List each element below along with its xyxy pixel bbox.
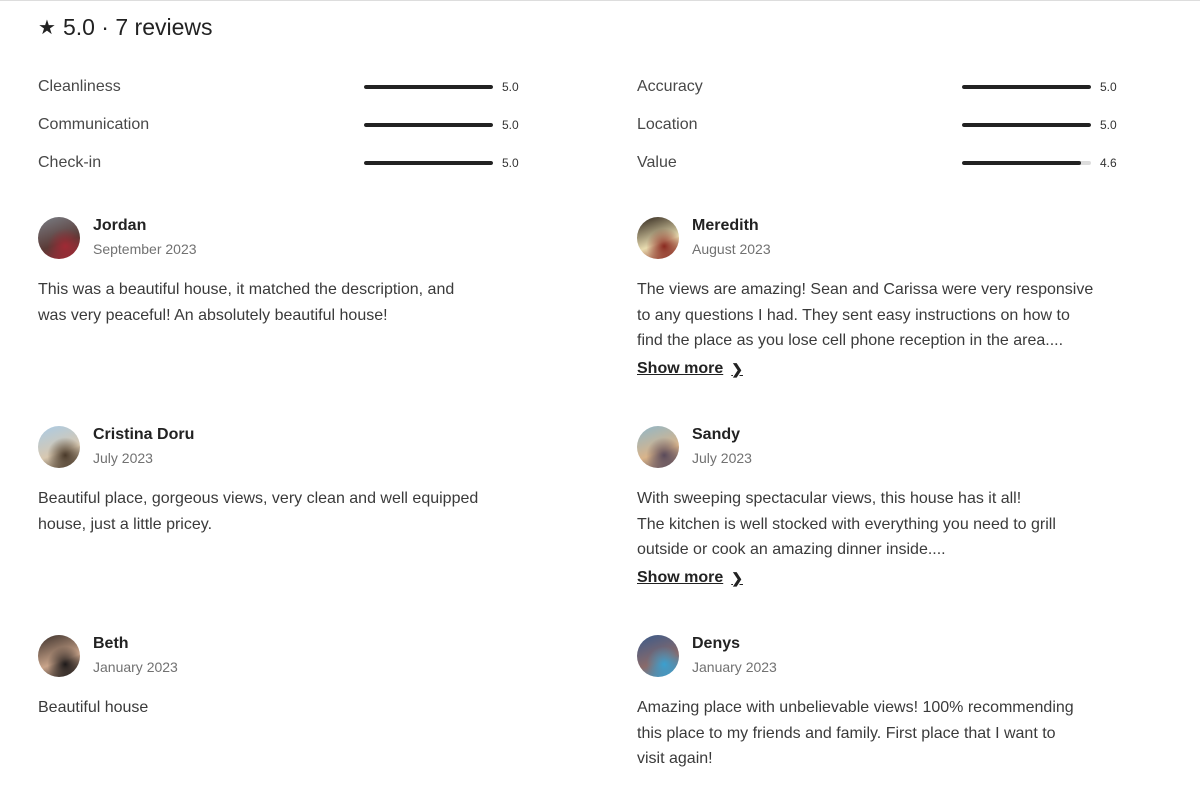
avatar[interactable] [38, 426, 80, 468]
rating-row-accuracy: Accuracy 5.0 [637, 74, 1127, 100]
avatar[interactable] [38, 635, 80, 677]
rating-bar-fill [962, 161, 1081, 165]
show-more-label: Show more [637, 360, 724, 377]
rating-bar [364, 85, 493, 89]
avatar[interactable] [38, 217, 80, 259]
top-divider [0, 0, 1200, 1]
avatar[interactable] [637, 426, 679, 468]
rating-bar-fill [364, 85, 493, 89]
review-date: September 2023 [93, 241, 197, 257]
review-date: January 2023 [93, 659, 178, 675]
review-date: January 2023 [692, 659, 777, 675]
avatar[interactable] [637, 217, 679, 259]
reviewer-name: Denys [692, 635, 741, 652]
review-date: July 2023 [93, 450, 153, 466]
reviewer-name: Sandy [692, 426, 741, 443]
chevron-right-icon: ❯ [731, 360, 743, 377]
show-more-button[interactable]: Show more ❯ [637, 569, 743, 587]
rating-bar [962, 161, 1091, 165]
rating-row-check-in: Check-in 5.0 [38, 150, 528, 176]
reviewer-name: Cristina Doru [93, 426, 195, 443]
review-text: Amazing place with unbelievable views! 1… [637, 699, 1074, 767]
rating-bar [962, 123, 1091, 127]
rating-label: Value [637, 154, 677, 171]
review-text: With sweeping spectacular views, this ho… [637, 490, 1056, 558]
rating-row-communication: Communication 5.0 [38, 112, 528, 138]
reviewer-name: Jordan [93, 217, 147, 234]
rating-bar [364, 123, 493, 127]
rating-label: Check-in [38, 154, 102, 171]
chevron-right-icon: ❯ [731, 569, 743, 586]
rating-value: 5.0 [1100, 80, 1117, 94]
rating-row-location: Location 5.0 [637, 112, 1127, 138]
reviews-header: ★ 5.0 · 7 reviews [38, 14, 213, 41]
review-date: July 2023 [692, 450, 752, 466]
rating-summary: 5.0 · 7 reviews [62, 14, 213, 40]
rating-bar [962, 85, 1091, 89]
rating-bar-fill [962, 123, 1091, 127]
review-date: August 2023 [692, 241, 771, 257]
rating-bar [364, 161, 493, 165]
review-text: Beautiful place, gorgeous views, very cl… [38, 490, 479, 533]
rating-row-value: Value 4.6 [637, 150, 1127, 176]
rating-label: Accuracy [637, 78, 703, 95]
rating-value: 4.6 [1100, 156, 1117, 170]
rating-row-cleanliness: Cleanliness 5.0 [38, 74, 528, 100]
reviewer-name: Meredith [692, 217, 759, 234]
rating-label: Cleanliness [38, 78, 121, 95]
rating-bar-fill [364, 123, 493, 127]
reviewer-name: Beth [93, 635, 129, 652]
rating-bar-fill [962, 85, 1091, 89]
show-more-button[interactable]: Show more ❯ [637, 360, 743, 378]
rating-bar-fill [364, 161, 493, 165]
review-text: The views are amazing! Sean and Carissa … [637, 281, 1094, 349]
avatar[interactable] [637, 635, 679, 677]
star-icon: ★ [38, 17, 56, 39]
rating-value: 5.0 [502, 156, 519, 170]
show-more-label: Show more [637, 569, 724, 586]
review-text: This was a beautiful house, it matched t… [38, 281, 455, 324]
rating-value: 5.0 [502, 118, 519, 132]
rating-value: 5.0 [1100, 118, 1117, 132]
rating-value: 5.0 [502, 80, 519, 94]
rating-label: Communication [38, 116, 150, 133]
review-text: Beautiful house [38, 699, 149, 716]
rating-label: Location [637, 116, 698, 133]
